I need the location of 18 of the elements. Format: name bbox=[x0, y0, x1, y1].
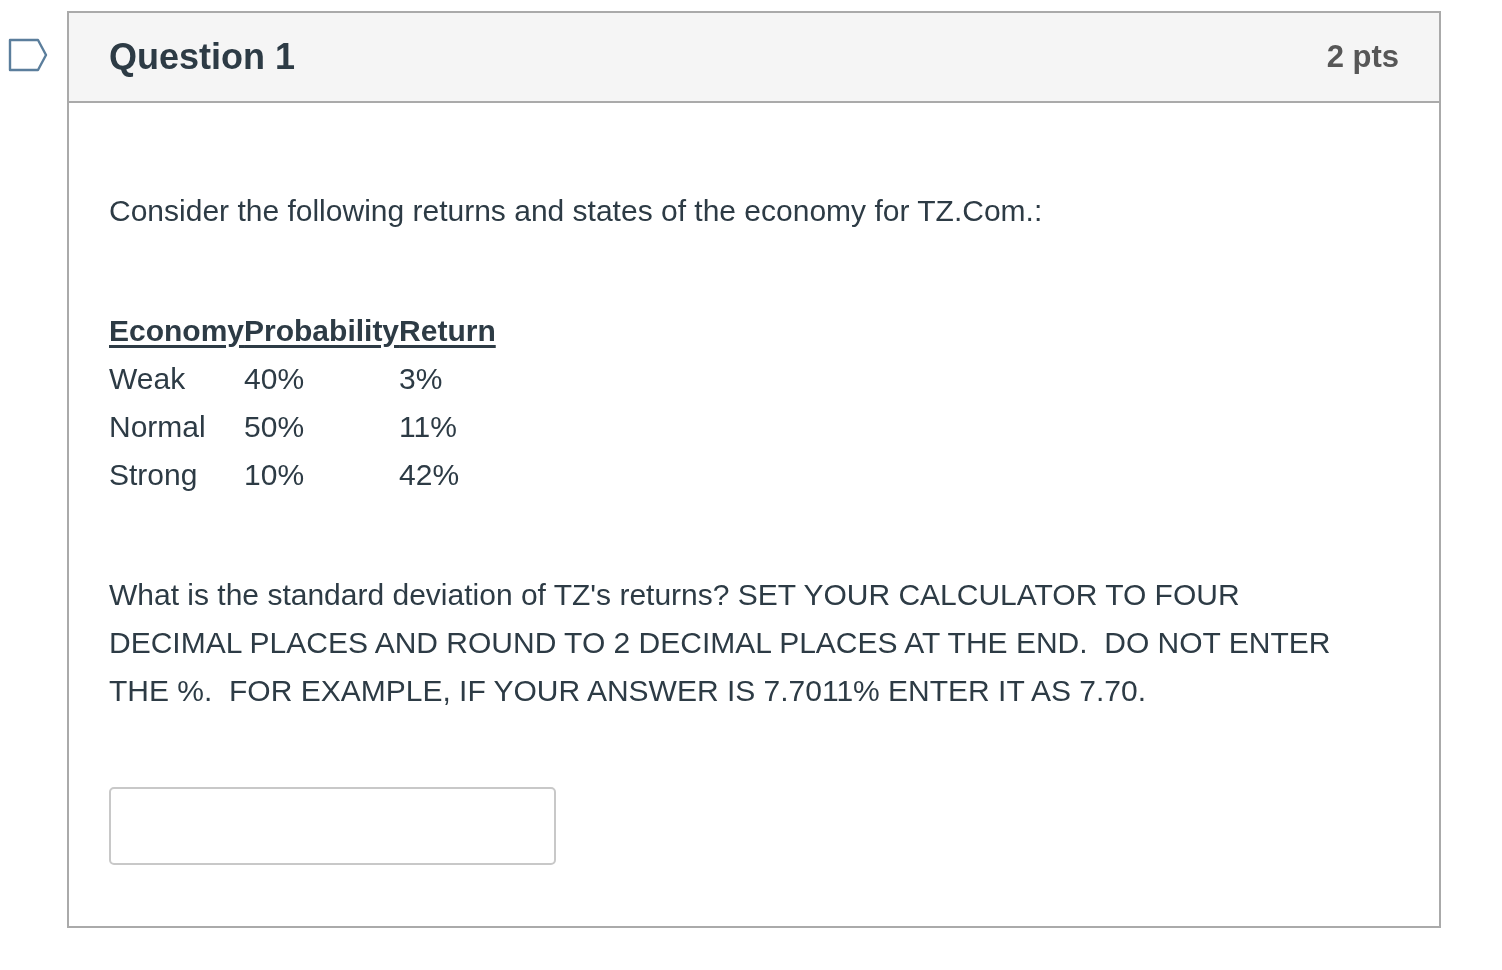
table-header: Probability bbox=[244, 313, 400, 349]
question-points: 2 pts bbox=[1326, 39, 1399, 75]
answer-field[interactable] bbox=[109, 787, 556, 865]
question-prompt: What is the standard deviation of TZ's returns? SET YOUR CALCULATOR TO FOUR DECIMAL PLACES AND ROUND TO 2 DECIMAL PLACES AT THE END. DO NOT ENTER THE %. FOR EXAMPLE, IF YOUR ANSWER IS 7.7011% ENTER IT AS 7.70. bbox=[109, 577, 1332, 709]
table-header: Return bbox=[399, 313, 496, 349]
table-cell-text: 11% bbox=[399, 409, 458, 445]
table-cell: Weak bbox=[109, 355, 245, 403]
table-cell-text: 50% bbox=[244, 409, 306, 445]
table-cell-text: Strong bbox=[109, 457, 199, 493]
table-cell-text: Normal bbox=[109, 409, 207, 445]
table-header: Economy bbox=[109, 313, 245, 349]
table-cell-text: 42% bbox=[399, 457, 461, 493]
table-cell-text: 40% bbox=[244, 361, 306, 397]
table-cell: 10% bbox=[244, 451, 400, 499]
question-title: Question 1 bbox=[109, 36, 296, 78]
table-cell-text: 3% bbox=[399, 361, 444, 397]
question-text: Consider the following returns and states of the economy for TZ.Com.: bbox=[109, 193, 1044, 229]
flag-icon[interactable] bbox=[8, 38, 48, 72]
